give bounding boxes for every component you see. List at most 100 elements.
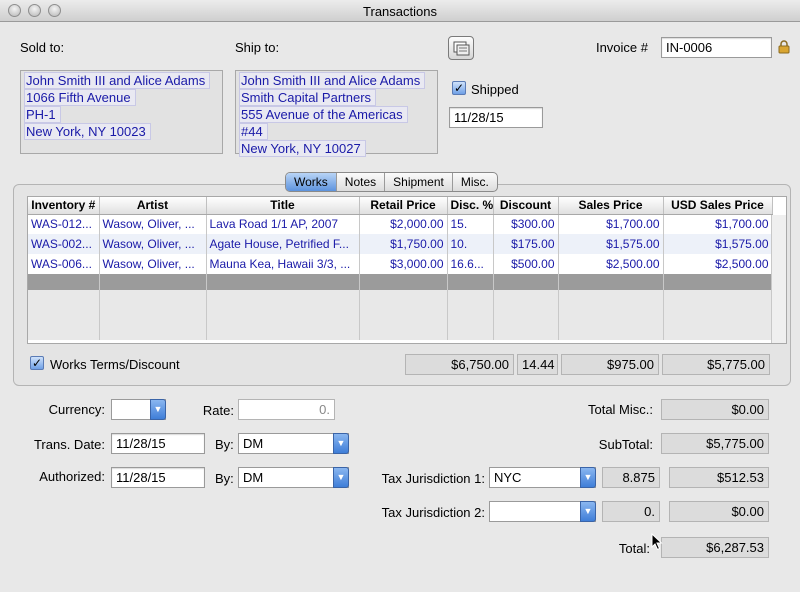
col-title-header[interactable]: Title: [206, 197, 360, 215]
sold-to-line: PH-1: [24, 106, 61, 123]
cell-sales: $2,500.00: [558, 254, 664, 274]
table-row[interactable]: WAS-006... Wasow, Oliver, ... Mauna Kea,…: [28, 254, 773, 274]
ship-to-line: John Smith III and Alice Adams: [239, 72, 426, 89]
chevron-down-icon: ▼: [333, 433, 349, 454]
empty-row[interactable]: [28, 290, 773, 340]
shipped-date-field[interactable]: 11/28/15: [449, 107, 543, 128]
works-terms-checkbox[interactable]: ✓: [30, 356, 44, 370]
cell-artist: Wasow, Oliver, ...: [99, 214, 207, 234]
sold-to-address-box[interactable]: John Smith III and Alice Adams 1066 Fift…: [20, 70, 223, 154]
col-artist-header[interactable]: Artist: [99, 197, 207, 215]
chevron-down-icon: ▼: [333, 467, 349, 488]
sold-to-label: Sold to:: [20, 40, 65, 55]
cell-inventory: WAS-006...: [28, 254, 100, 274]
trans-by-select[interactable]: DM ▼: [238, 433, 349, 454]
currency-select[interactable]: ▼: [111, 399, 166, 420]
invoice-label: Invoice #: [595, 40, 648, 55]
invoice-number-field[interactable]: IN-0006: [661, 37, 772, 58]
cell-disc-pct: 15.: [447, 214, 494, 234]
cell-discount: $500.00: [493, 254, 559, 274]
total-discount-value: $975.00: [561, 354, 659, 375]
cell-retail: $1,750.00: [359, 234, 448, 254]
trans-date-label: Trans. Date:: [33, 437, 105, 452]
cell-disc-pct: 16.6...: [447, 254, 494, 274]
currency-label: Currency:: [48, 402, 105, 417]
copy-address-button[interactable]: [448, 36, 474, 60]
tab-notes[interactable]: Notes: [337, 173, 386, 191]
table-row[interactable]: WAS-002... Wasow, Oliver, ... Agate Hous…: [28, 234, 773, 254]
cell-inventory: WAS-002...: [28, 234, 100, 254]
ship-to-address-box[interactable]: John Smith III and Alice Adams Smith Cap…: [235, 70, 438, 157]
cell-usd-sales: $2,500.00: [663, 254, 773, 274]
window-title: Transactions: [363, 4, 437, 19]
authorized-label: Authorized:: [39, 469, 105, 484]
authorized-by-select[interactable]: DM ▼: [238, 467, 349, 488]
table-row[interactable]: WAS-012... Wasow, Oliver, ... Lava Road …: [28, 214, 773, 234]
total-retail-value: $6,750.00: [405, 354, 514, 375]
rate-label: Rate:: [202, 403, 234, 418]
col-sales-header[interactable]: Sales Price: [558, 197, 664, 215]
ship-to-line: New York, NY 10027: [239, 140, 366, 157]
cell-disc-pct: 10.: [447, 234, 494, 254]
copy-address-icon: [453, 41, 470, 56]
authorized-by-label: By:: [215, 471, 234, 486]
chevron-down-icon: ▼: [580, 501, 596, 522]
trans-date-field[interactable]: 11/28/15: [111, 433, 205, 454]
mouse-cursor-icon: [651, 533, 663, 551]
tab-works[interactable]: Works: [286, 173, 337, 191]
authorized-date-field[interactable]: 11/28/15: [111, 467, 205, 488]
tax2-label: Tax Jurisdiction 2:: [381, 505, 485, 520]
tax1-jurisdiction-value: NYC: [494, 470, 522, 485]
tax1-rate-value[interactable]: 8.875: [602, 467, 660, 488]
tax1-jurisdiction-select[interactable]: NYC ▼: [489, 467, 596, 488]
ship-to-label: Ship to:: [235, 40, 280, 55]
tax1-amount-value: $512.53: [669, 467, 769, 488]
ship-to-line: 555 Avenue of the Americas: [239, 106, 408, 123]
new-row-band[interactable]: [28, 274, 773, 290]
works-table[interactable]: Inventory # Artist Title Retail Price Di…: [27, 196, 787, 344]
cell-discount: $300.00: [493, 214, 559, 234]
table-header-row: Inventory # Artist Title Retail Price Di…: [28, 197, 773, 215]
subtotal-value: $5,775.00: [661, 433, 769, 454]
title-bar[interactable]: Transactions: [0, 0, 800, 22]
col-inventory-header[interactable]: Inventory #: [28, 197, 100, 215]
col-retail-header[interactable]: Retail Price: [359, 197, 448, 215]
rate-field[interactable]: 0.: [238, 399, 335, 420]
works-terms-label: Works Terms/Discount: [50, 357, 180, 372]
tab-misc[interactable]: Misc.: [453, 173, 497, 191]
cell-title: Lava Road 1/1 AP, 2007: [206, 214, 360, 234]
total-misc-label: Total Misc.:: [587, 402, 653, 417]
chevron-down-icon: ▼: [150, 399, 166, 420]
tab-bar: Works Notes Shipment Misc.: [285, 172, 498, 192]
chevron-down-icon: ▼: [580, 467, 596, 488]
shipped-label: Shipped: [471, 82, 519, 97]
sold-to-line: 1066 Fifth Avenue: [24, 89, 136, 106]
tax2-rate-value[interactable]: 0.: [602, 501, 660, 522]
cell-usd-sales: $1,700.00: [663, 214, 773, 234]
total-sales-value: $5,775.00: [662, 354, 770, 375]
trans-by-value: DM: [243, 436, 264, 451]
lock-icon[interactable]: [778, 40, 790, 54]
col-disc-pct-header[interactable]: Disc. %: [447, 197, 494, 215]
shipped-checkbox[interactable]: ✓: [452, 81, 466, 95]
tax1-label: Tax Jurisdiction 1:: [381, 471, 485, 486]
trans-by-label: By:: [215, 437, 234, 452]
total-disc-pct-value: 14.44: [517, 354, 558, 375]
tax2-jurisdiction-select[interactable]: ▼: [489, 501, 596, 522]
cell-title: Agate House, Petrified F...: [206, 234, 360, 254]
cell-discount: $175.00: [493, 234, 559, 254]
col-discount-header[interactable]: Discount: [493, 197, 559, 215]
total-misc-value: $0.00: [661, 399, 769, 420]
table-scrollbar[interactable]: [771, 215, 786, 343]
cell-usd-sales: $1,575.00: [663, 234, 773, 254]
cell-sales: $1,700.00: [558, 214, 664, 234]
cell-inventory: WAS-012...: [28, 214, 100, 234]
tab-shipment[interactable]: Shipment: [385, 173, 453, 191]
tax2-amount-value: $0.00: [669, 501, 769, 522]
cell-title: Mauna Kea, Hawaii 3/3, ...: [206, 254, 360, 274]
sold-to-line: John Smith III and Alice Adams: [24, 72, 211, 89]
col-usd-sales-header[interactable]: USD Sales Price: [663, 197, 773, 215]
ship-to-line: #44: [239, 123, 268, 140]
cell-retail: $3,000.00: [359, 254, 448, 274]
cell-artist: Wasow, Oliver, ...: [99, 234, 207, 254]
